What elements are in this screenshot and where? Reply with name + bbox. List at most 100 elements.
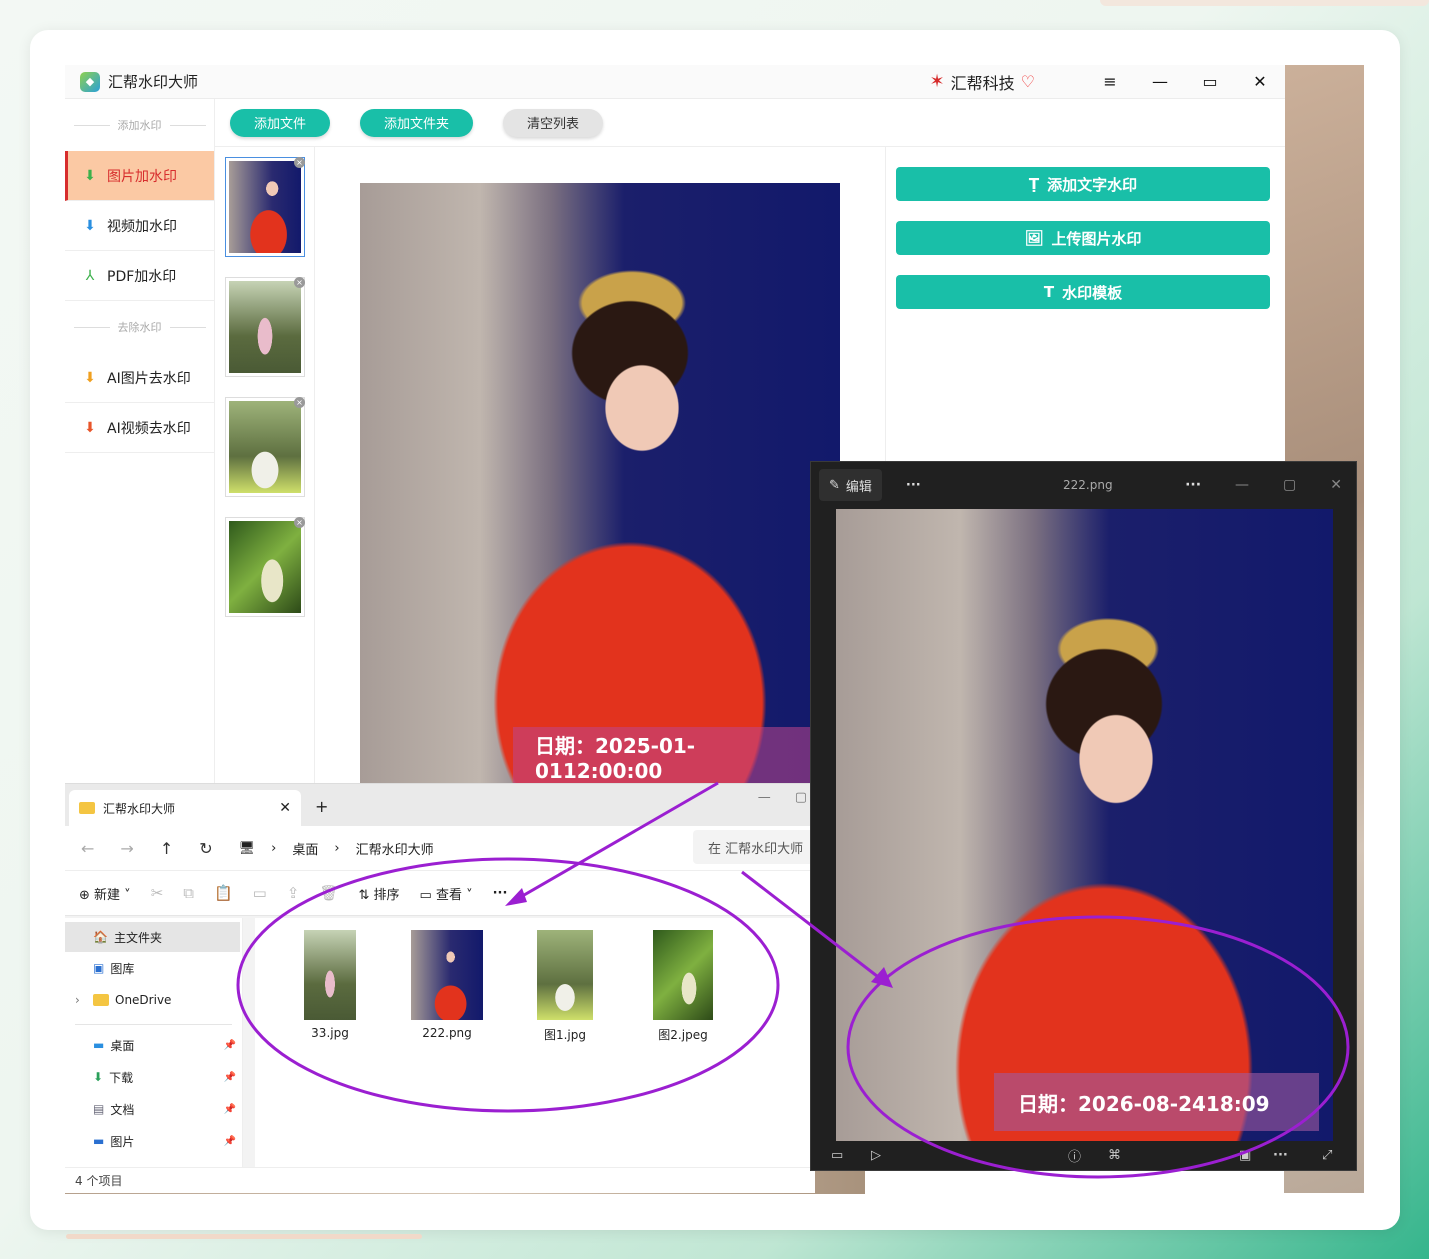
minimize-button[interactable]: — xyxy=(1135,72,1185,91)
breadcrumb[interactable]: 🖥 › 桌面 › 汇帮水印大师 xyxy=(239,839,434,858)
sidebar-item-ai-image-remove[interactable]: ⬇ AI图片去水印 xyxy=(65,353,214,403)
remove-thumbnail-icon[interactable]: × xyxy=(294,277,305,288)
stamp-icon: ⬇ xyxy=(84,369,96,386)
section-remove-watermark: 去除水印 xyxy=(65,301,214,353)
nav-desktop[interactable]: ▬ 桌面 📌 xyxy=(65,1029,242,1061)
maximize-button[interactable]: ▭ xyxy=(1185,72,1235,91)
add-text-watermark-button[interactable]: Ṭ 添加文字水印 xyxy=(896,167,1270,201)
explorer-tab[interactable]: 汇帮水印大师 ✕ xyxy=(69,790,301,826)
search-input[interactable]: 在 汇帮水印大师 xyxy=(693,830,815,864)
close-button[interactable]: ✕ xyxy=(1330,477,1342,493)
button-label: 水印模板 xyxy=(1062,283,1123,302)
thumbnail-fig1[interactable]: × xyxy=(225,397,305,497)
more-icon[interactable]: ··· xyxy=(906,478,921,493)
view-button[interactable]: ▭ 查看 ˅ xyxy=(420,884,473,903)
close-button[interactable]: ✕ xyxy=(1235,72,1285,91)
more-icon[interactable]: ··· xyxy=(1185,477,1201,493)
up-icon[interactable]: ↑ xyxy=(160,839,173,858)
more-icon[interactable]: ··· xyxy=(493,886,508,901)
thumbnail-33[interactable]: × xyxy=(225,277,305,377)
add-file-button[interactable]: 添加文件 xyxy=(230,108,331,137)
info-icon[interactable]: ⓘ xyxy=(1068,1146,1081,1165)
new-label: 新建 xyxy=(94,887,121,903)
share-icon[interactable]: ⇪ xyxy=(287,884,300,902)
rename-icon[interactable]: ▭ xyxy=(253,884,267,902)
sidebar-item-ai-video-remove[interactable]: ⬇ AI视频去水印 xyxy=(65,403,214,453)
sidebar-item-image-watermark[interactable]: ⬇ 图片加水印 xyxy=(65,151,214,201)
maximize-button[interactable]: ▢ xyxy=(795,790,807,805)
sort-button[interactable]: ⇅ 排序 xyxy=(358,884,399,903)
image-icon: 🖼 xyxy=(1024,229,1044,247)
maximize-button[interactable]: ▢ xyxy=(1283,477,1296,493)
fullscreen-icon[interactable]: ⤢ xyxy=(1322,1148,1332,1163)
edit-label: 编辑 xyxy=(845,479,872,495)
new-button[interactable]: ⊕ 新建 ˅ xyxy=(79,884,131,903)
nav-pictures[interactable]: ▬ 图片 📌 xyxy=(65,1125,242,1157)
desktop-icon: ▬ xyxy=(93,1038,105,1052)
file-thumbnail xyxy=(411,930,483,1020)
screen-icon[interactable]: ▣ xyxy=(1239,1148,1251,1163)
remove-thumbnail-icon[interactable]: × xyxy=(294,517,305,528)
viewer-bottombar: ▭ ▷ ⓘ ⌘ ▣ ··· ⤢ xyxy=(811,1140,1356,1170)
nav-gallery[interactable]: ▣ 图库 xyxy=(65,952,242,984)
add-folder-button[interactable]: 添加文件夹 xyxy=(360,108,474,137)
photo-viewer-window: ✎ 编辑 ··· 222.png ··· — ▢ ✕ 日期：2026-08-24… xyxy=(810,461,1357,1171)
cut-icon[interactable]: ✂ xyxy=(151,884,164,902)
more-icon[interactable]: ··· xyxy=(1273,1148,1288,1163)
text-plus-icon: Ṭ xyxy=(1028,175,1040,193)
minimize-button[interactable]: — xyxy=(758,790,771,805)
remove-thumbnail-icon[interactable]: × xyxy=(294,397,305,408)
file-item[interactable]: 图1.jpg xyxy=(520,930,610,1043)
edit-icon: ✎ xyxy=(829,477,840,493)
file-item[interactable]: 33.jpg xyxy=(285,930,375,1040)
edit-button[interactable]: ✎ 编辑 xyxy=(819,469,882,501)
menu-button[interactable]: ≡ xyxy=(1085,72,1135,91)
new-tab-button[interactable]: + xyxy=(315,797,328,816)
text-scan-icon[interactable]: ⌘ xyxy=(1108,1148,1121,1163)
chevron-right-icon: › xyxy=(271,840,277,856)
forward-icon[interactable]: → xyxy=(120,839,133,858)
nav-downloads[interactable]: ⬇ 下载 📌 xyxy=(65,1061,242,1093)
nav-label: 图库 xyxy=(110,961,135,976)
refresh-icon[interactable]: ↻ xyxy=(199,839,212,858)
minimize-button[interactable]: — xyxy=(1235,477,1249,493)
upload-image-watermark-button[interactable]: 🖼 上传图片水印 xyxy=(896,221,1270,255)
image-preview: 日期：2025-01-0112:00:00 xyxy=(360,183,840,783)
back-icon[interactable]: ← xyxy=(81,839,94,858)
heart-icon[interactable]: ♡ xyxy=(1021,72,1035,91)
clear-list-button[interactable]: 清空列表 xyxy=(503,108,604,137)
nav-documents[interactable]: ▤ 文档 📌 xyxy=(65,1093,242,1125)
close-tab-icon[interactable]: ✕ xyxy=(279,800,291,816)
sidebar-item-video-watermark[interactable]: ⬇ 视频加水印 xyxy=(65,201,214,251)
thumbnail-image xyxy=(229,521,301,613)
app-title: 汇帮水印大师 xyxy=(108,73,199,91)
slideshow-icon[interactable]: ▷ xyxy=(871,1148,881,1163)
status-bar: 4 个项目 xyxy=(65,1167,815,1193)
sidebar: 添加水印 ⬇ 图片加水印 ⬇ 视频加水印 ⅄ PDF加水印 去除水印 ⬇ AI图… xyxy=(65,99,215,783)
paste-icon[interactable]: 📋 xyxy=(214,884,233,902)
file-thumbnail xyxy=(304,930,356,1020)
explorer-tabbar: 汇帮水印大师 ✕ + — ▢ xyxy=(65,784,815,826)
delete-icon[interactable]: 🗑 xyxy=(319,884,338,902)
filmstrip-icon[interactable]: ▭ xyxy=(831,1148,843,1163)
sidebar-item-pdf-watermark[interactable]: ⅄ PDF加水印 xyxy=(65,251,214,301)
file-item[interactable]: 图2.jpeg xyxy=(638,930,728,1043)
preview-watermark: 日期：2025-01-0112:00:00 xyxy=(513,727,813,783)
viewer-titlebar: ✎ 编辑 ··· 222.png ··· — ▢ ✕ xyxy=(811,462,1356,508)
copy-icon[interactable]: ⧉ xyxy=(183,884,194,902)
breadcrumb-item[interactable]: 汇帮水印大师 xyxy=(356,839,434,858)
file-item[interactable]: 222.png xyxy=(402,930,492,1040)
thumbnail-fig2[interactable]: × xyxy=(225,517,305,617)
nav-label: OneDrive xyxy=(115,993,172,1007)
thumbnail-222[interactable]: × xyxy=(225,157,305,257)
pin-icon: 📌 xyxy=(223,1135,236,1147)
nav-home[interactable]: 🏠 主文件夹 xyxy=(65,922,240,952)
watermark-template-button[interactable]: T 水印模板 xyxy=(896,275,1270,309)
file-name: 图2.jpeg xyxy=(658,1028,708,1042)
breadcrumb-item[interactable]: 桌面 xyxy=(292,839,318,858)
nav-onedrive[interactable]: › OneDrive xyxy=(65,984,242,1016)
remove-thumbnail-icon[interactable]: × xyxy=(294,157,305,168)
folder-icon xyxy=(79,802,95,814)
nav-label: 图片 xyxy=(110,1134,135,1149)
document-icon: ▤ xyxy=(93,1102,105,1116)
